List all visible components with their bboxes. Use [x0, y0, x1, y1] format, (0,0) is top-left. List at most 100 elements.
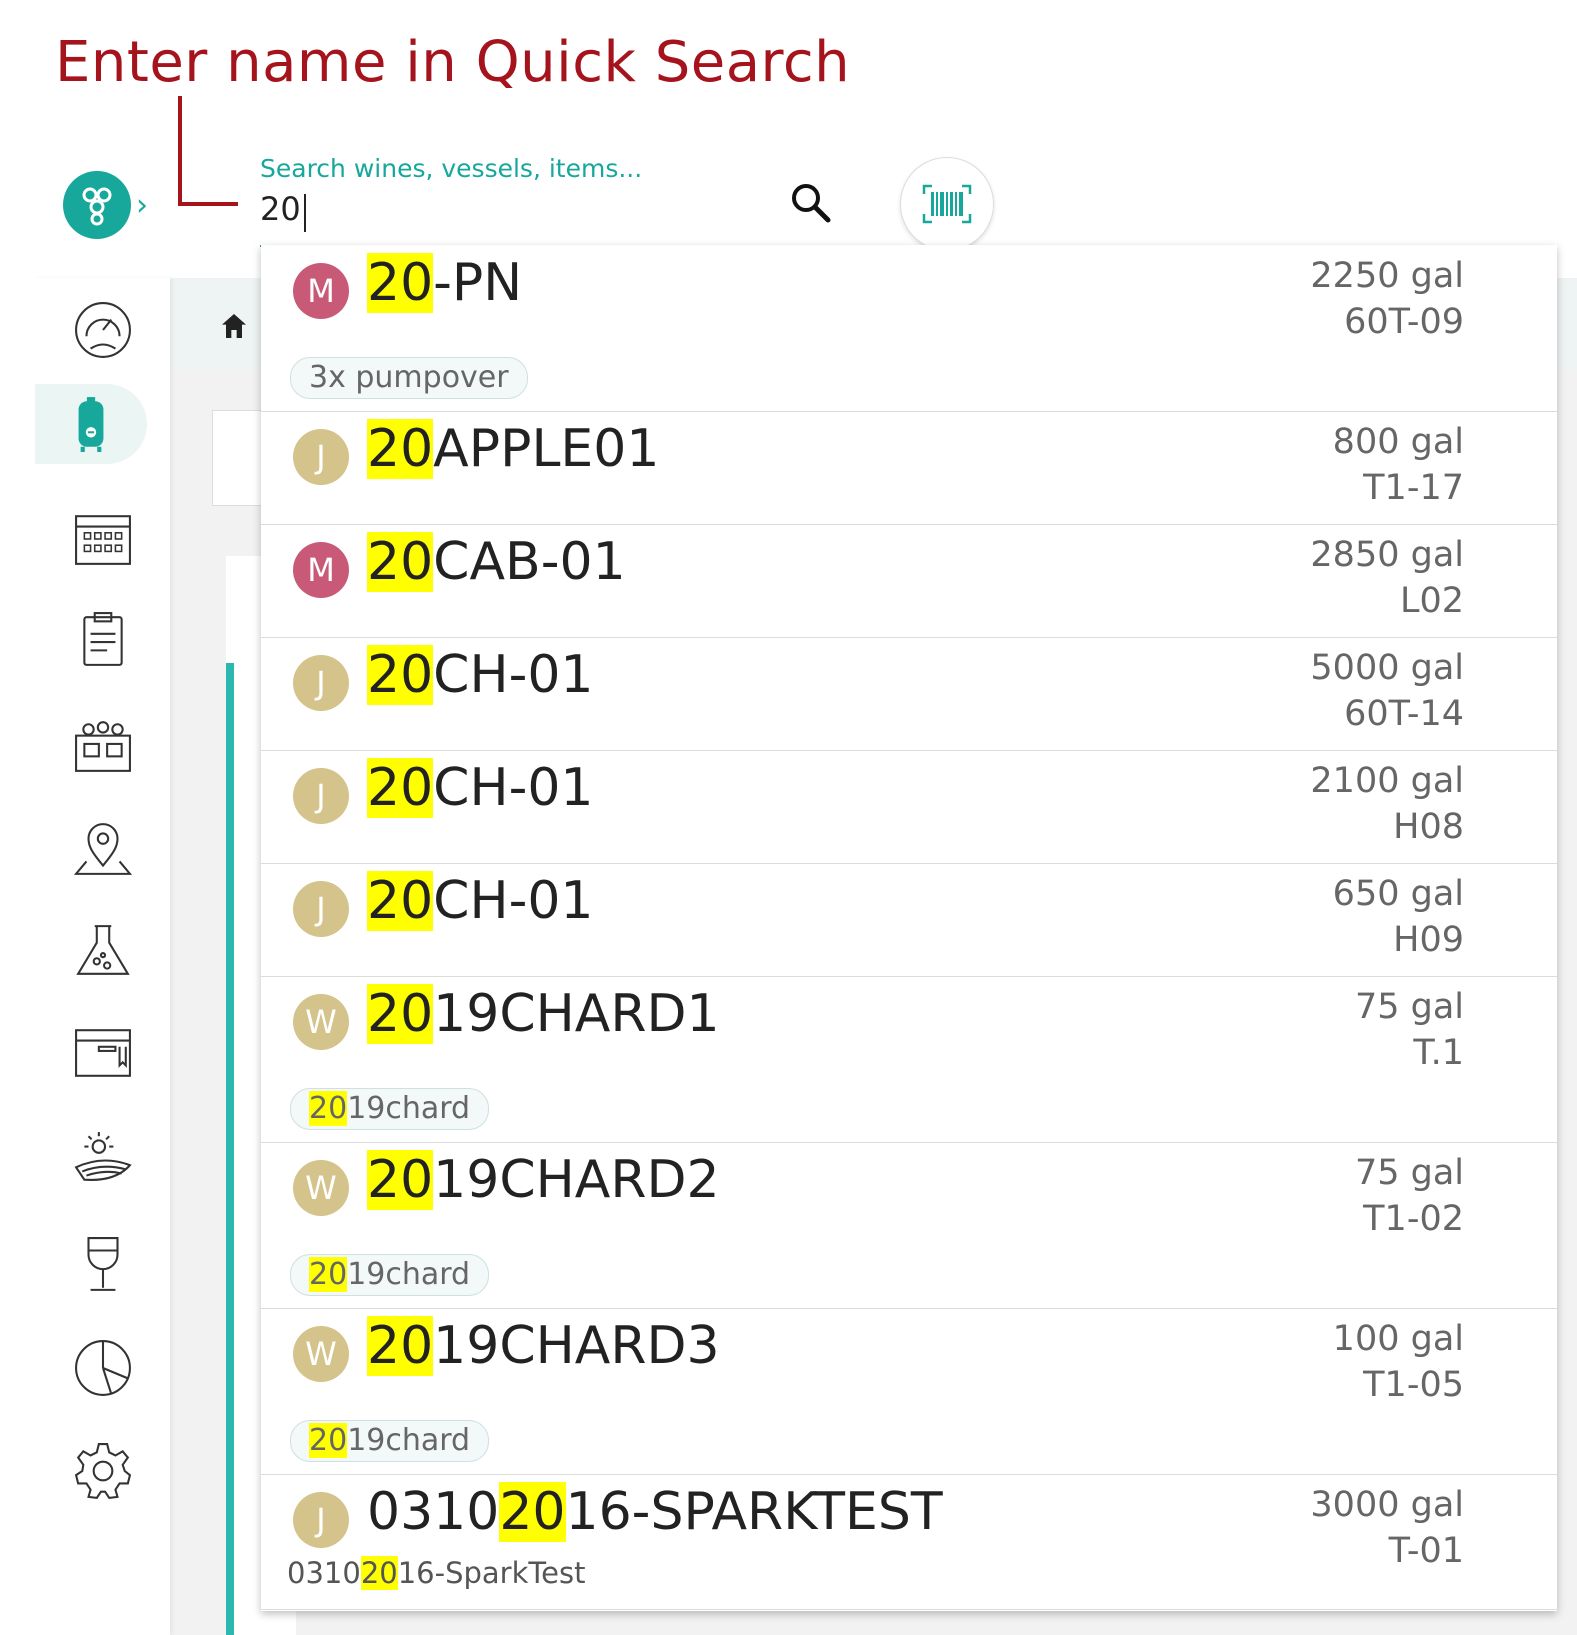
quick-search[interactable]: Search wines, vessels, items... — [260, 150, 835, 247]
result-tag-text: 19chard — [347, 1091, 471, 1126]
search-result-item[interactable]: M 20-PN 2250 gal 60T-09 3x pumpover — [261, 245, 1557, 412]
sidebar-item-vineyard-sun[interactable] — [35, 1119, 170, 1199]
search-result-item[interactable]: W 2019CHARD2 75 gal T1-02 2019chard — [261, 1142, 1557, 1309]
sidebar-item-wine-glass[interactable] — [35, 1225, 170, 1305]
result-tag-text: 3x pumpover — [309, 360, 509, 395]
result-volume: 2250 gal — [1310, 256, 1464, 296]
result-name: 2019CHARD3 — [367, 1316, 720, 1376]
result-volume: 100 gal — [1332, 1319, 1464, 1359]
result-vessel: T1-17 — [1363, 468, 1464, 508]
search-result-item[interactable]: J 20CH-01 650 gal H09 — [261, 863, 1557, 977]
result-name-text: 16-SPARKTEST — [565, 1482, 943, 1542]
result-name: 20CH-01 — [367, 645, 594, 705]
owner-badge: J — [293, 429, 349, 485]
sidebar-item-clipboard[interactable] — [35, 600, 170, 680]
result-name-highlight: 20 — [367, 419, 434, 479]
result-vessel: T1-02 — [1363, 1199, 1464, 1239]
result-subname-text: 16-SparkTest — [397, 1556, 586, 1590]
result-name-text: -PN — [433, 253, 523, 313]
result-volume: 650 gal — [1332, 874, 1464, 914]
result-name-text: APPLE01 — [433, 419, 660, 479]
result-volume: 75 gal — [1354, 987, 1464, 1027]
annotation-title: Enter name in Quick Search — [55, 30, 851, 95]
owner-badge: J — [293, 1492, 349, 1548]
sidebar-item-calendar[interactable] — [35, 499, 170, 579]
background-selection-bar — [226, 663, 234, 1635]
sidebar-item-lab-flask[interactable] — [35, 911, 170, 991]
result-name-highlight: 20 — [367, 871, 434, 931]
result-name-text: CH-01 — [433, 758, 594, 818]
owner-badge: M — [293, 542, 349, 598]
result-name-highlight: 20 — [367, 532, 434, 592]
text-caret — [304, 194, 306, 232]
search-result-item[interactable]: J 20CH-01 2100 gal H08 — [261, 750, 1557, 864]
result-name-highlight: 20 — [367, 758, 434, 818]
chevron-right-icon[interactable]: › — [136, 188, 148, 223]
result-name: 20APPLE01 — [367, 419, 659, 479]
result-name: 03102016-SPARKTEST — [367, 1482, 943, 1542]
result-meta: 3000 gal T-01 — [1310, 1482, 1464, 1574]
result-name-text: 0310 — [367, 1482, 500, 1542]
barcode-scan-button[interactable] — [900, 157, 994, 251]
result-vessel: T1-05 — [1363, 1365, 1464, 1405]
annotation-pointer-line — [178, 96, 182, 206]
result-name: 2019CHARD1 — [367, 984, 720, 1044]
sidebar-item-vessel-tank[interactable] — [35, 384, 147, 464]
map-pin-icon — [73, 823, 132, 875]
settings-gear-icon — [74, 1443, 131, 1500]
search-input[interactable] — [260, 190, 740, 228]
sidebar-item-barrel-rack[interactable] — [35, 706, 170, 786]
result-tag-highlight: 20 — [309, 1091, 348, 1126]
result-tag: 3x pumpover — [290, 357, 528, 399]
sidebar-item-map-pin[interactable] — [35, 809, 170, 889]
sidebar-item-dashboard-gauge[interactable] — [35, 290, 170, 370]
sidebar-item-settings-gear[interactable] — [35, 1431, 170, 1511]
result-tag: 2019chard — [290, 1254, 490, 1296]
result-name: 20CAB-01 — [367, 532, 626, 592]
search-result-item[interactable]: M 20CAB-01 2850 gal L02 — [261, 524, 1557, 638]
barcode-icon — [922, 184, 972, 224]
result-name-highlight: 20 — [499, 1482, 566, 1542]
result-volume: 2850 gal — [1310, 535, 1464, 575]
result-volume: 800 gal — [1332, 422, 1464, 462]
search-icon[interactable] — [788, 180, 832, 224]
search-result-item[interactable]: J 03102016-SPARKTEST 3000 gal T-01 03102016-… — [261, 1474, 1557, 1610]
result-subname-text: 0310 — [287, 1556, 361, 1590]
vineyard-sun-icon — [74, 1132, 132, 1181]
owner-badge: M — [293, 263, 349, 319]
sidebar-item-reports-pie[interactable] — [35, 1328, 170, 1408]
annotation-pointer-line-horizontal — [178, 202, 238, 206]
result-meta: 800 gal T1-17 — [1333, 419, 1464, 511]
barrel-rack-icon — [74, 721, 131, 772]
result-meta: 100 gal T1-05 — [1333, 1316, 1464, 1408]
result-meta: 2850 gal L02 — [1310, 532, 1464, 624]
dashboard-gauge-icon — [74, 302, 131, 358]
result-meta: 650 gal H09 — [1333, 871, 1464, 963]
search-result-item[interactable]: J 20APPLE01 800 gal T1-17 — [261, 411, 1557, 525]
result-tag-highlight: 20 — [309, 1257, 348, 1292]
result-vessel: 60T-09 — [1344, 302, 1464, 342]
lab-flask-icon — [75, 925, 130, 975]
search-result-item[interactable]: W 2019CHARD3 100 gal T1-05 2019chard — [261, 1308, 1557, 1475]
vessel-tank-icon — [78, 397, 104, 452]
owner-badge: W — [293, 1326, 349, 1382]
sidebar-item-storage-box[interactable] — [35, 1013, 170, 1093]
owner-badge: J — [293, 655, 349, 711]
app-logo[interactable] — [63, 171, 131, 239]
result-tag: 2019chard — [290, 1088, 490, 1130]
search-result-item[interactable]: W 2019CHARD1 75 gal T.1 2019chard — [261, 976, 1557, 1143]
result-name: 20CH-01 — [367, 871, 594, 931]
result-name: 20CH-01 — [367, 758, 594, 818]
search-result-item[interactable]: J 20CH-01 5000 gal 60T-14 — [261, 637, 1557, 751]
result-meta: 5000 gal 60T-14 — [1310, 645, 1464, 737]
result-vessel: L02 — [1399, 581, 1464, 621]
home-icon[interactable] — [218, 310, 250, 342]
result-name-highlight: 20 — [367, 253, 434, 313]
result-name: 2019CHARD2 — [367, 1150, 720, 1210]
owner-badge: J — [293, 881, 349, 937]
result-volume: 3000 gal — [1310, 1485, 1464, 1525]
result-meta: 2250 gal 60T-09 — [1310, 253, 1464, 345]
result-name-text: CH-01 — [433, 871, 594, 931]
result-name-text: 19CHARD3 — [433, 1316, 720, 1376]
result-name: 20-PN — [367, 253, 522, 313]
